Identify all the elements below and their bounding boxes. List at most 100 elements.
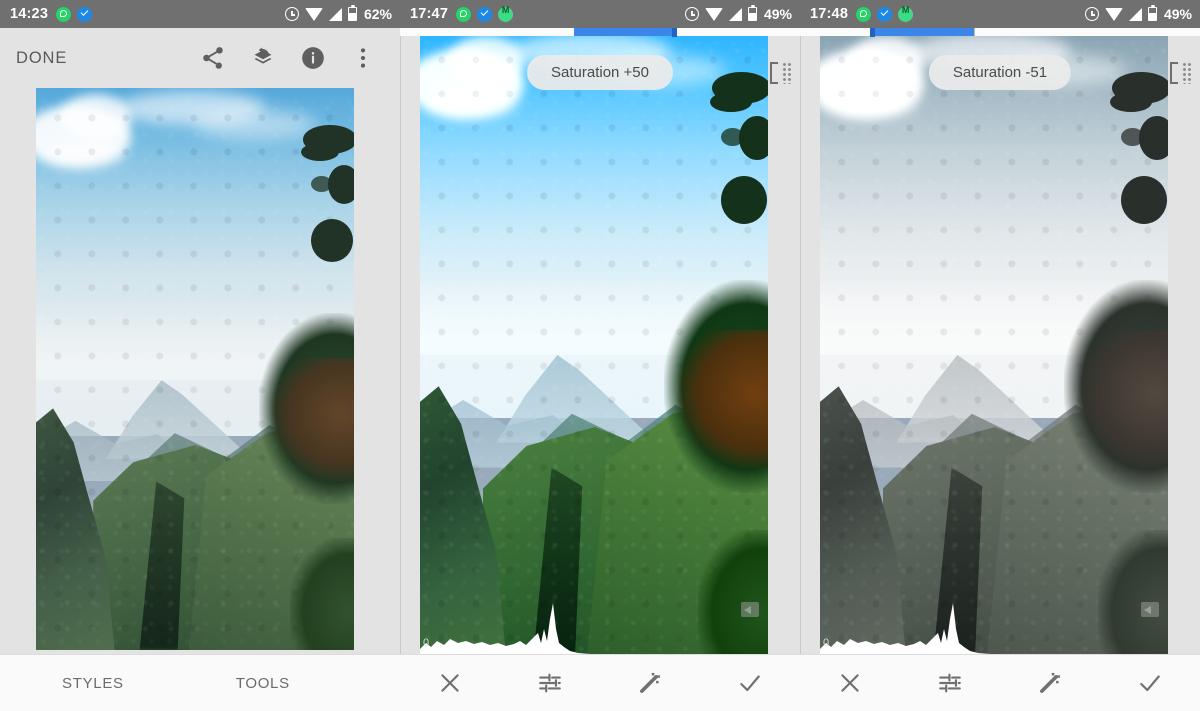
tree-canopy: [671, 68, 768, 268]
tree-canopy: [1071, 68, 1168, 268]
signal-icon: [1128, 7, 1142, 21]
compare-dots: [1182, 62, 1192, 84]
compare-preview-icon[interactable]: [1138, 597, 1164, 623]
tree-canopy: [265, 122, 354, 302]
photo-saturation-plus[interactable]: 0: [420, 30, 768, 655]
status-bar: 17:47 49%: [400, 0, 800, 28]
status-left-icons: [456, 5, 514, 22]
tab-styles[interactable]: STYLES: [62, 675, 124, 692]
photo-original[interactable]: [36, 88, 354, 650]
compare-split-icon[interactable]: [768, 60, 794, 86]
auto-adjust-button[interactable]: [600, 670, 700, 696]
photo-scene: [820, 30, 1168, 655]
status-right-icons: 49%: [684, 4, 792, 22]
auto-adjust-icon: [1040, 672, 1061, 693]
alarm-icon: [1084, 7, 1099, 21]
battery-percent: 49%: [1163, 6, 1192, 22]
status-time: 14:23: [10, 6, 49, 22]
tab-tools[interactable]: TOOLS: [236, 675, 290, 692]
battery-icon: [347, 4, 357, 21]
slider-fill: [872, 28, 974, 36]
alarm-icon: [684, 7, 699, 21]
three-panel-screenshot: 14:23 62% DONE STYLES TOOLS 0 17:47 M 49…: [0, 0, 1200, 711]
cancel-icon: [441, 674, 459, 692]
apply-icon: [1140, 675, 1160, 692]
auto-adjust-button[interactable]: [1000, 670, 1100, 696]
toolbar-icon-group: [200, 45, 376, 71]
tree-autumn-foliage: [271, 357, 354, 482]
panel-divider: [400, 0, 401, 711]
panel-saturation-decrease: 0 17:48 49% Saturation -51: [800, 0, 1200, 711]
battery-icon: [747, 4, 757, 21]
wifi-icon: [1104, 7, 1123, 21]
status-right-icons: 62%: [284, 4, 392, 22]
adjustment-chip: Saturation +50: [527, 55, 673, 90]
panel-saturation-increase: 0 17:47 49% Saturation +50: [400, 0, 800, 711]
cancel-button[interactable]: [400, 670, 500, 696]
tune-button[interactable]: [900, 670, 1000, 696]
blue-check-icon: [77, 6, 93, 22]
cancel-button[interactable]: [800, 670, 900, 696]
blue-check-icon: [477, 6, 493, 22]
saturation-slider[interactable]: [400, 27, 800, 37]
slider-knob: [870, 27, 875, 37]
green-m-icon: [898, 5, 914, 22]
status-left-icons: [56, 6, 93, 22]
overflow-menu-icon[interactable]: [350, 45, 376, 71]
revert-stack-icon[interactable]: [250, 45, 276, 71]
photo-saturation-minus[interactable]: 0: [820, 30, 1168, 655]
green-m-icon: [498, 5, 514, 22]
whatsapp-icon: [856, 6, 872, 22]
histogram-zero-label: 0: [423, 637, 430, 649]
blue-check-icon: [877, 6, 893, 22]
panel-editor-home: 14:23 62% DONE STYLES TOOLS: [0, 0, 400, 711]
tune-icon: [939, 673, 961, 693]
tune-icon: [539, 673, 561, 693]
wifi-icon: [704, 7, 723, 21]
slider-fill: [574, 28, 674, 36]
tree-foliage-lower: [290, 537, 354, 650]
battery-percent: 49%: [763, 6, 792, 22]
info-icon[interactable]: [300, 45, 326, 71]
slider-knob: [672, 27, 677, 37]
tree-autumn-foliage: [677, 330, 768, 468]
battery-percent: 62%: [363, 6, 392, 22]
adjustment-chip: Saturation -51: [928, 55, 1072, 90]
apply-button[interactable]: [1100, 670, 1200, 696]
alarm-icon: [284, 7, 299, 21]
photo-scene: [420, 30, 768, 655]
status-bar: 17:48 49%: [800, 0, 1200, 28]
compare-preview-icon[interactable]: [738, 597, 764, 623]
editor-toolbar: DONE: [0, 28, 400, 88]
cancel-icon: [841, 674, 859, 692]
apply-icon: [740, 675, 760, 692]
compare-dots: [782, 62, 792, 84]
share-icon[interactable]: [200, 45, 226, 71]
compare-bracket: [1170, 62, 1178, 84]
edit-action-bar: [800, 654, 1200, 711]
status-right-icons: 49%: [1084, 4, 1192, 22]
compare-bracket: [770, 62, 778, 84]
status-time: 17:48: [810, 6, 849, 22]
apply-button[interactable]: [700, 670, 800, 696]
auto-adjust-icon: [640, 672, 661, 693]
bottom-nav: STYLES TOOLS: [0, 654, 400, 711]
tree-foliage-lower: [1098, 530, 1168, 655]
photo-scene: [36, 88, 354, 650]
compare-split-icon[interactable]: [1168, 60, 1194, 86]
tree-autumn-foliage: [1077, 330, 1168, 468]
saturation-slider[interactable]: [800, 27, 1200, 37]
wifi-icon: [304, 7, 323, 21]
panel-divider: [800, 0, 801, 711]
edit-action-bar: [400, 654, 800, 711]
tune-button[interactable]: [500, 670, 600, 696]
battery-icon: [1147, 4, 1157, 21]
done-button[interactable]: DONE: [16, 49, 67, 68]
status-left-icons: [856, 5, 914, 22]
tree-foliage-lower: [698, 530, 768, 655]
signal-icon: [728, 7, 742, 21]
slider-center-tick: [974, 28, 975, 36]
signal-icon: [328, 7, 342, 21]
histogram-zero-label: 0: [823, 637, 830, 649]
status-bar: 14:23 62%: [0, 0, 400, 28]
